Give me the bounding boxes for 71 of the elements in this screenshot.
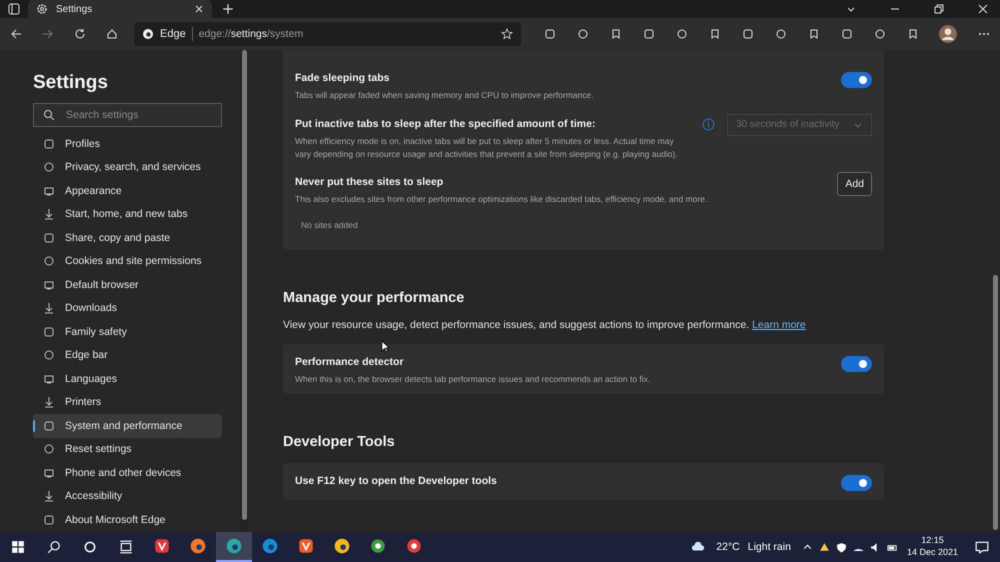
section-heading: Developer Tools (283, 434, 396, 450)
url-text: edge://settings/system (198, 28, 304, 40)
setting-description: This also excludes sites from other performance optimizations like discarded tabs, efficiency mode, and more. (295, 193, 708, 206)
sidebar-item[interactable]: Privacy, search, and services (33, 156, 222, 179)
avatar-icon[interactable] (939, 25, 957, 43)
settings-title: Settings (33, 72, 109, 94)
app-icon (369, 537, 387, 555)
sidebar-item[interactable]: Edge bar (33, 344, 222, 367)
browser-tab[interactable]: Settings (28, 0, 212, 18)
toggle-switch[interactable] (841, 72, 872, 88)
new-tab-icon[interactable] (222, 3, 234, 15)
restore-icon[interactable] (934, 4, 944, 14)
sidebar-item[interactable]: Default browser (33, 273, 222, 296)
refresh-icon[interactable] (74, 28, 86, 40)
learn-more-link[interactable]: Learn more (752, 319, 806, 331)
tab-title: Settings (56, 4, 94, 14)
sidebar-item[interactable]: Family safety (33, 320, 222, 344)
settings-icon (36, 3, 48, 15)
search-icon (43, 109, 55, 121)
setting-title: Put inactive tabs to sleep after the specified amount of time: (295, 118, 596, 130)
setting-description: Tabs will appear faded when saving memory and CPU to improve performance. (295, 89, 595, 102)
sidebar-item[interactable]: Share, copy and paste (33, 226, 222, 250)
setting-description: When efficiency mode is on, inactive tabs will be put to sleep after 5 minutes or less. Actual time may vary depending on resource usage and activities that prevent a site from sleeping (e.g. playing audio). (295, 134, 679, 160)
intro-text: View your resource usage, detect performance issues, and suggest actions to improve performance. (283, 319, 750, 331)
sidebar-item[interactable]: Downloads (33, 296, 222, 320)
setting-title: Performance detector (295, 356, 405, 368)
sidebar-item[interactable]: About Microsoft Edge (33, 508, 222, 532)
close-icon[interactable] (194, 4, 204, 14)
app-icon (405, 537, 423, 555)
add-button[interactable]: Add (837, 172, 872, 196)
weather-text[interactable]: Light rain (748, 541, 791, 553)
favorite-star-icon[interactable] (501, 28, 514, 40)
sidebar-item[interactable]: Printers (33, 390, 222, 414)
sidebar-item[interactable]: Profiles (33, 132, 222, 156)
app-icon (333, 537, 351, 555)
sidebar-item[interactable]: Reset settings (33, 438, 222, 461)
task-view-icon[interactable] (119, 540, 133, 554)
home-icon[interactable] (106, 28, 118, 40)
toggle-switch[interactable] (841, 474, 872, 491)
app-icon (297, 537, 315, 555)
app-icon (261, 537, 279, 555)
pointer-icon (381, 340, 390, 353)
search-icon[interactable] (47, 540, 61, 554)
search-field[interactable]: Search settings (33, 103, 222, 127)
clock[interactable]: 12:15 14 Dec 2021 (906, 535, 958, 559)
forward-icon[interactable] (42, 28, 54, 40)
sidebar-item[interactable]: Appearance (33, 179, 222, 202)
close-icon[interactable] (978, 4, 988, 14)
sidebar-item[interactable]: Languages (33, 367, 222, 390)
site-label: Edge (160, 28, 186, 40)
sidebar-item[interactable]: System and performance (33, 414, 222, 438)
address-bar[interactable]: Edge edge://settings/system (134, 22, 522, 46)
info-icon[interactable] (702, 118, 715, 131)
app-icon (153, 537, 171, 555)
back-icon[interactable] (10, 28, 22, 40)
sidebar-item[interactable]: Cookies and site permissions (33, 250, 222, 273)
app-icon (189, 537, 207, 555)
setting-title: Fade sleeping tabs (295, 72, 391, 84)
sidebar-item[interactable]: Accessibility (33, 484, 222, 508)
app-icon (225, 537, 243, 555)
tab-actions-icon[interactable] (8, 3, 20, 15)
setting-title: Never put these sites to sleep (295, 176, 444, 188)
temperature-text[interactable]: 22°C (716, 541, 740, 553)
empty-list-text: No sites added (301, 220, 359, 230)
sidebar-item[interactable]: Start, home, and new tabs (33, 202, 222, 226)
setting-description: When this is on, the browser detects tab performance issues and recommends an action to fix. (295, 373, 652, 386)
toggle-switch[interactable] (841, 356, 872, 372)
section-heading: Manage your performance (283, 290, 466, 306)
sidebar-item[interactable]: Phone and other devices (33, 461, 222, 484)
setting-title: Use F12 key to open the Developer tools (295, 474, 498, 487)
windows-icon[interactable] (11, 540, 25, 554)
